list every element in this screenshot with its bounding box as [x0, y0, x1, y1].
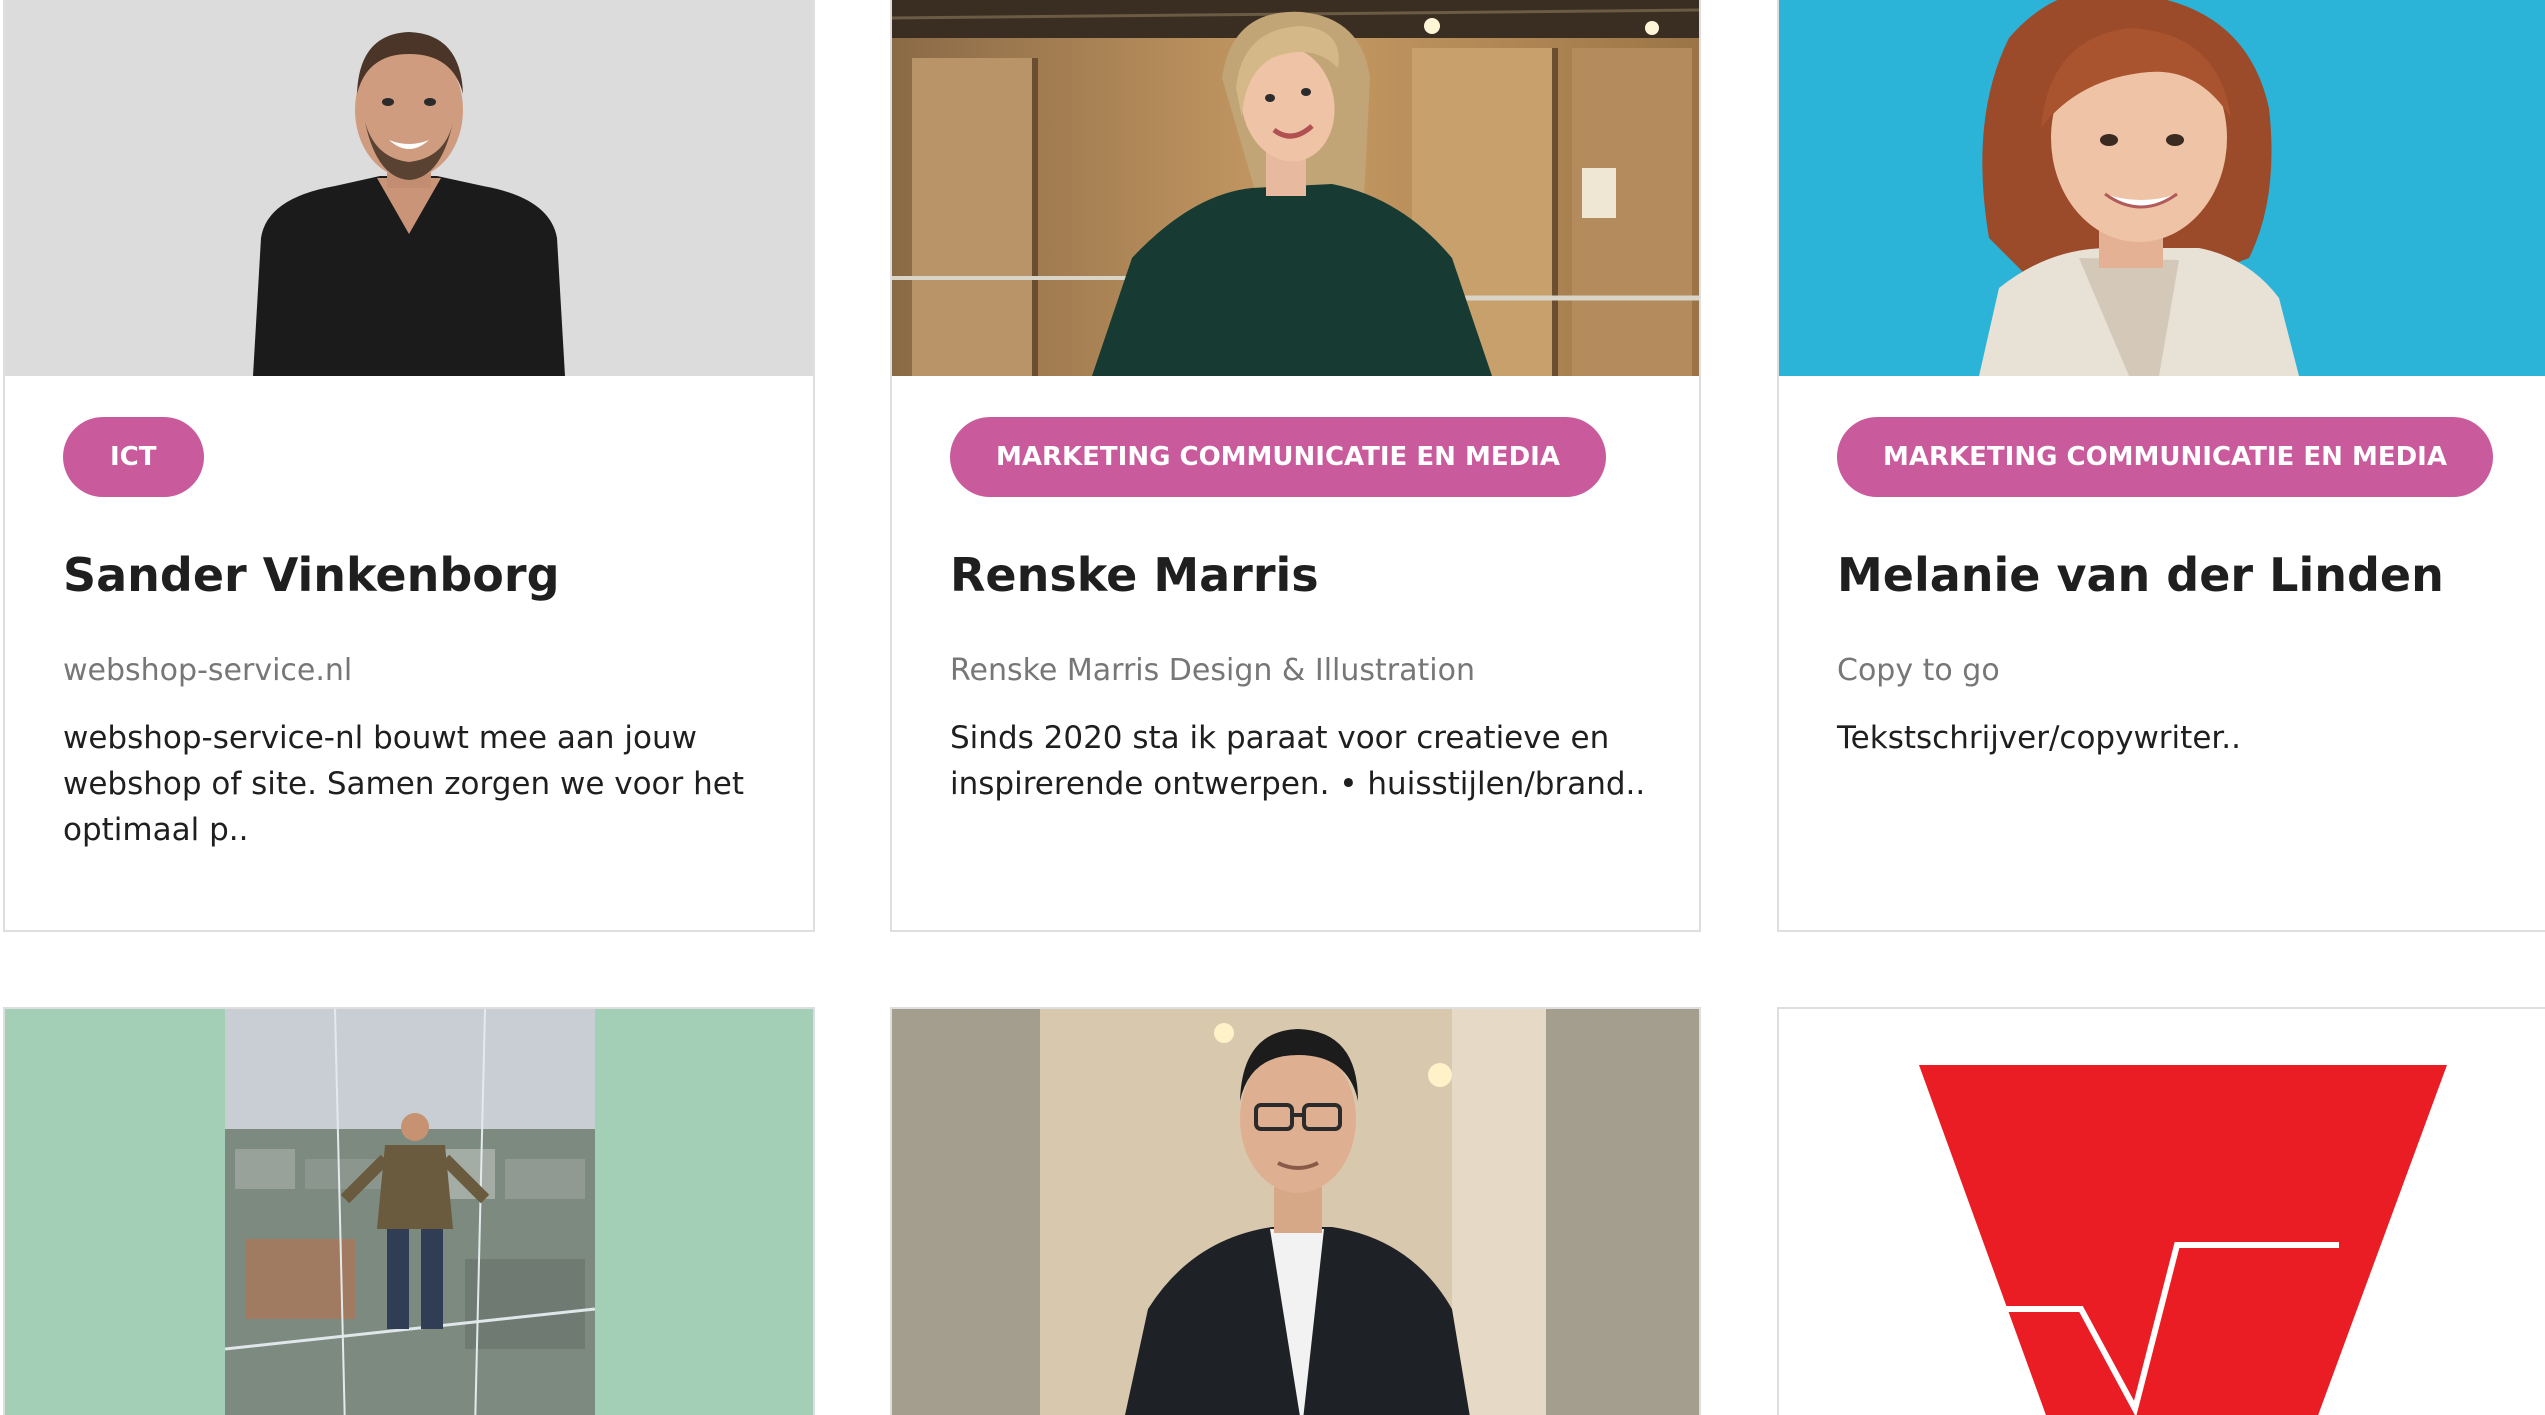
member-card-5[interactable] — [890, 1007, 1701, 1415]
member-name[interactable]: Sander Vinkenborg — [63, 548, 560, 602]
member-description: webshop-service-nl bouwt mee aan jouw we… — [63, 720, 745, 848]
profile-photo — [892, 1009, 1699, 1415]
company-name: Renske Marris Design & Illustration — [950, 653, 1475, 688]
company-name: webshop-service.nl — [63, 653, 353, 688]
member-card-4[interactable] — [3, 1007, 815, 1415]
member-name[interactable]: Renske Marris — [950, 548, 1319, 602]
category-badge[interactable]: MARKETING COMMUNICATIE EN MEDIA — [1837, 417, 2493, 497]
profile-photo — [1779, 0, 2545, 376]
member-card-sander[interactable]: ICT Sander Vinkenborg webshop-service.nl… — [3, 0, 815, 932]
category-badge[interactable]: MARKETING COMMUNICATIE EN MEDIA — [950, 417, 1606, 497]
company-logo — [1779, 1009, 2545, 1415]
profile-photo — [5, 1009, 813, 1415]
profile-photo — [892, 0, 1699, 376]
member-card-melanie[interactable]: MARKETING COMMUNICATIE EN MEDIA Melanie … — [1777, 0, 2545, 932]
category-badge[interactable]: ICT — [63, 417, 204, 497]
member-description: Tekstschrijver/copywriter.. — [1837, 720, 2241, 756]
member-card-6[interactable] — [1777, 1007, 2545, 1415]
member-name[interactable]: Melanie van der Linden — [1837, 548, 2444, 602]
member-card-grid: ICT Sander Vinkenborg webshop-service.nl… — [0, 0, 2545, 1415]
company-name: Copy to go — [1837, 653, 2000, 688]
member-description: Sinds 2020 sta ik paraat voor creatieve … — [950, 720, 1646, 802]
member-card-renske[interactable]: MARKETING COMMUNICATIE EN MEDIA Renske M… — [890, 0, 1701, 932]
profile-photo — [5, 0, 813, 376]
